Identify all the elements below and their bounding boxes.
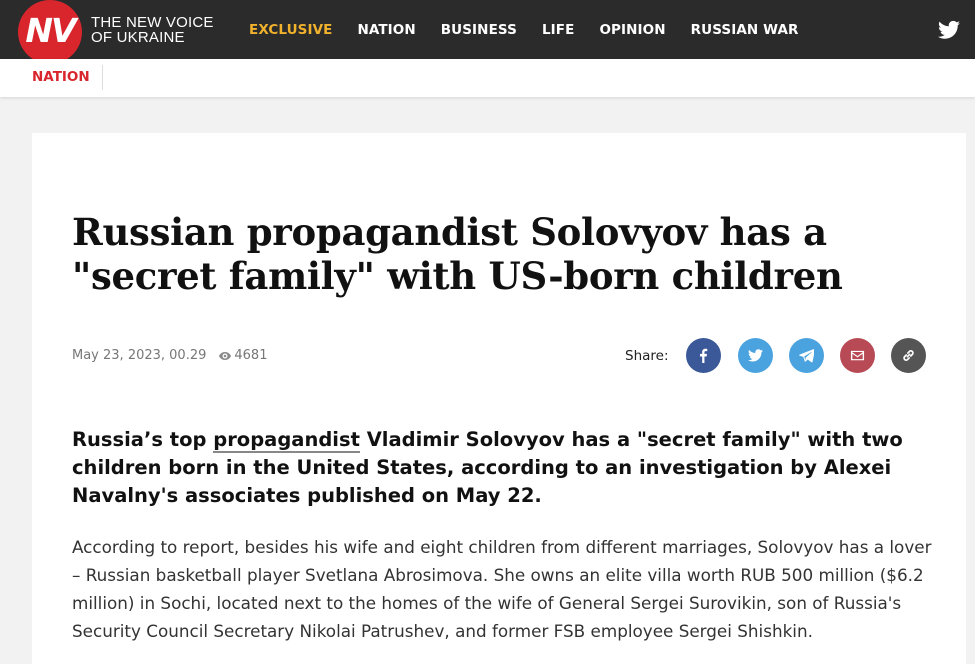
share-facebook-button[interactable] xyxy=(686,338,721,373)
nav-item-nation[interactable]: NATION xyxy=(357,22,415,38)
article-lead: Russia’s top propagandist Vladimir Solov… xyxy=(72,426,922,510)
nav-item-russian-war[interactable]: RUSSIAN WAR xyxy=(691,22,799,38)
brand-name[interactable]: THE NEW VOICE OF UKRAINE xyxy=(91,15,214,45)
article-card: Russian propagandist Solovyov has a "sec… xyxy=(32,133,966,664)
share-label: Share: xyxy=(625,348,669,364)
nav-item-business[interactable]: BUSINESS xyxy=(441,22,517,38)
share-telegram-button[interactable] xyxy=(789,338,824,373)
nav-item-opinion[interactable]: OPINION xyxy=(599,22,665,38)
publish-date: May 23, 2023, 00.29 xyxy=(72,348,207,363)
main-nav: EXCLUSIVE NATION BUSINESS LIFE OPINION R… xyxy=(249,22,824,38)
nv-logo[interactable]: NV xyxy=(18,0,82,64)
article-meta: May 23, 2023, 00.29 4681 xyxy=(72,348,267,363)
section-link-nation[interactable]: NATION xyxy=(32,69,90,85)
link-icon xyxy=(903,350,914,361)
nav-item-exclusive[interactable]: EXCLUSIVE xyxy=(249,22,332,38)
lead-text-start: Russia’s top xyxy=(72,428,214,451)
email-icon xyxy=(850,350,865,361)
facebook-icon xyxy=(700,348,708,363)
logo-text: NV xyxy=(25,10,76,50)
propagandist-link[interactable]: propagandist xyxy=(213,428,360,453)
share-copy-link-button[interactable] xyxy=(891,338,926,373)
brand-line-2: OF UKRAINE xyxy=(91,29,185,46)
section-divider xyxy=(102,65,103,90)
eye-icon xyxy=(219,351,232,360)
twitter-icon[interactable] xyxy=(938,20,960,40)
article-paragraph: According to report, besides his wife an… xyxy=(72,537,932,641)
telegram-icon xyxy=(799,348,814,363)
share-email-button[interactable] xyxy=(840,338,875,373)
brand-line-1: THE NEW VOICE xyxy=(91,14,214,31)
view-count: 4681 xyxy=(234,348,268,363)
nav-item-life[interactable]: LIFE xyxy=(542,22,574,38)
share-twitter-button[interactable] xyxy=(738,338,773,373)
article-title: Russian propagandist Solovyov has a "sec… xyxy=(72,210,843,298)
top-navigation-bar: NV THE NEW VOICE OF UKRAINE EXCLUSIVE NA… xyxy=(0,0,975,64)
twitter-icon xyxy=(748,349,763,362)
section-bar: NATION xyxy=(0,59,975,97)
